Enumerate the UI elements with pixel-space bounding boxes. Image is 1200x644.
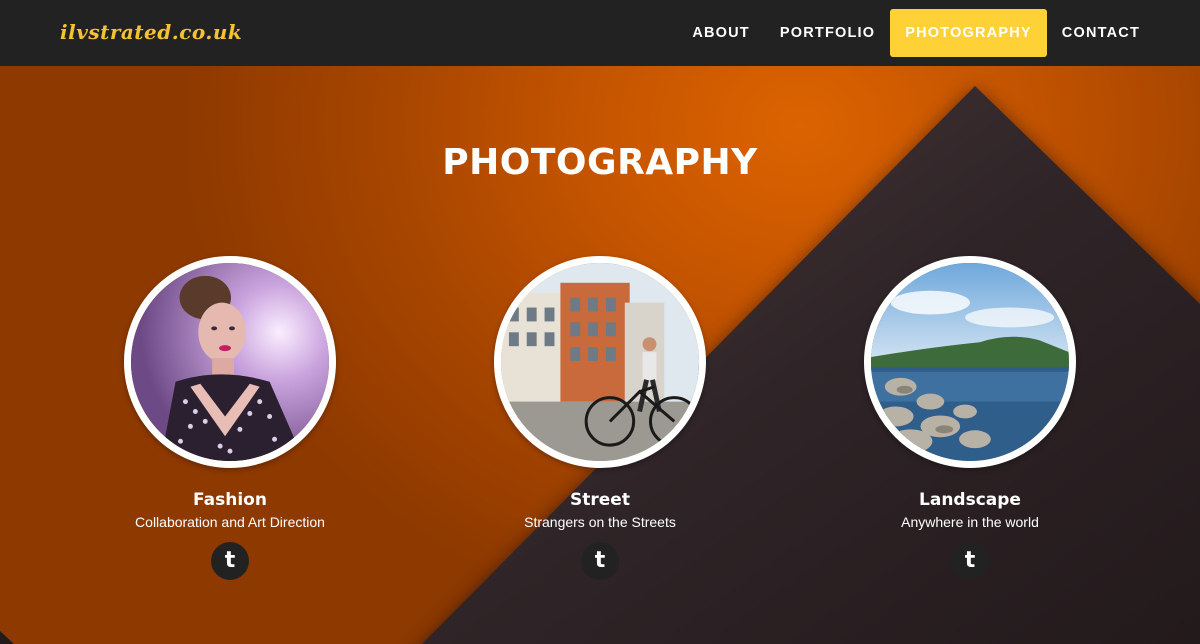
landscape-photo[interactable] [864, 256, 1076, 468]
card-title: Fashion [193, 490, 267, 510]
card-subtitle: Collaboration and Art Direction [135, 514, 325, 530]
card-subtitle: Strangers on the Streets [524, 514, 676, 530]
nav-item-about[interactable]: ABOUT [677, 9, 765, 57]
site-logo[interactable]: ilvstrated.co.uk [60, 20, 242, 44]
nav-item-photography[interactable]: PHOTOGRAPHY [890, 9, 1047, 57]
landscape-image [871, 263, 1069, 461]
street-image [501, 263, 699, 461]
card-subtitle: Anywhere in the world [901, 514, 1039, 530]
fashion-image [131, 263, 329, 461]
tumblr-icon[interactable]: t [951, 542, 989, 580]
fashion-photo[interactable] [124, 256, 336, 468]
photography-section: PHOTOGRAPHY Fashion Collaboration and Ar… [0, 66, 1200, 644]
nav-menu: ABOUT PORTFOLIO PHOTOGRAPHY CONTACT [677, 9, 1155, 57]
nav-item-contact[interactable]: CONTACT [1047, 9, 1155, 57]
card-title: Street [570, 490, 630, 510]
tumblr-icon[interactable]: t [581, 542, 619, 580]
section-title: PHOTOGRAPHY [442, 142, 758, 183]
tumblr-icon[interactable]: t [211, 542, 249, 580]
street-photo[interactable] [494, 256, 706, 468]
navbar: ilvstrated.co.uk ABOUT PORTFOLIO PHOTOGR… [0, 0, 1200, 66]
card-title: Landscape [919, 490, 1021, 510]
nav-item-portfolio[interactable]: PORTFOLIO [765, 9, 890, 57]
